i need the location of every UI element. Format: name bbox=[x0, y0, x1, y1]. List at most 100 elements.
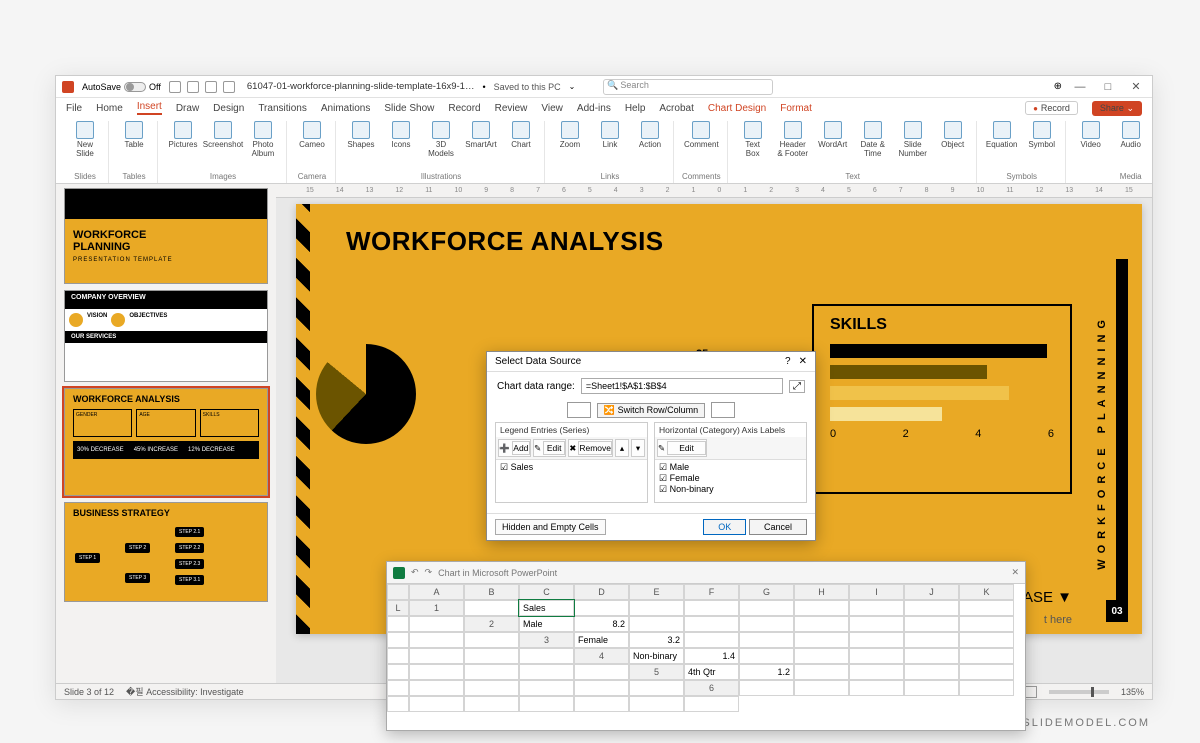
cell[interactable] bbox=[849, 648, 904, 664]
excel-grid[interactable]: ABCDEFGHIJKL1Sales2Male8.23Female3.24Non… bbox=[387, 584, 1025, 712]
ribbon-chart[interactable]: Chart bbox=[504, 121, 538, 150]
cell[interactable] bbox=[629, 600, 684, 616]
undo-icon[interactable]: ↶ bbox=[411, 567, 419, 578]
cell[interactable] bbox=[904, 616, 959, 632]
cell[interactable] bbox=[684, 632, 739, 648]
tab-review[interactable]: Review bbox=[495, 103, 528, 114]
cell[interactable] bbox=[739, 680, 794, 696]
tab-acrobat[interactable]: Acrobat bbox=[659, 103, 693, 114]
cell[interactable] bbox=[849, 600, 904, 616]
tab-file[interactable]: File bbox=[66, 103, 82, 114]
ribbon-audio[interactable]: Audio bbox=[1114, 121, 1148, 150]
quick-access[interactable] bbox=[169, 81, 235, 93]
cell[interactable] bbox=[629, 616, 684, 632]
cell[interactable] bbox=[409, 680, 464, 696]
cell[interactable] bbox=[574, 680, 629, 696]
ribbon-symbol[interactable]: Symbol bbox=[1025, 121, 1059, 150]
document-title[interactable]: 61047-01-workforce-planning-slide-templa… bbox=[247, 81, 475, 92]
minimize-button[interactable]: — bbox=[1070, 81, 1090, 93]
slide-thumbnails[interactable]: 1 WORKFORCEPLANNING PRESENTATION TEMPLAT… bbox=[56, 184, 276, 683]
cell[interactable] bbox=[739, 632, 794, 648]
tab-record[interactable]: Record bbox=[448, 103, 480, 114]
cell[interactable]: 1.4 bbox=[684, 648, 739, 664]
cell[interactable] bbox=[629, 680, 684, 696]
cell[interactable] bbox=[519, 680, 574, 696]
ribbon-pictures[interactable]: Pictures bbox=[166, 121, 200, 150]
cell[interactable] bbox=[519, 664, 574, 680]
tab-design[interactable]: Design bbox=[213, 103, 244, 114]
help-icon[interactable]: ? bbox=[785, 356, 791, 367]
cell[interactable] bbox=[739, 616, 794, 632]
cell[interactable] bbox=[794, 600, 849, 616]
legend-edit-button[interactable]: ✎Edit bbox=[533, 439, 566, 457]
maximize-button[interactable]: □ bbox=[1098, 81, 1118, 93]
cell[interactable] bbox=[409, 648, 464, 664]
cell[interactable] bbox=[387, 616, 409, 632]
ribbon-object[interactable]: Object bbox=[936, 121, 970, 150]
cell[interactable]: 3.2 bbox=[629, 632, 684, 648]
tab-draw[interactable]: Draw bbox=[176, 103, 199, 114]
cell[interactable] bbox=[574, 664, 629, 680]
ribbon-photo-album[interactable]: PhotoAlbum bbox=[246, 121, 280, 159]
range-picker-icon[interactable]: ⤢ bbox=[789, 380, 805, 393]
ribbon-screenshot[interactable]: Screenshot bbox=[206, 121, 240, 150]
legend-item[interactable]: Sales bbox=[500, 462, 643, 473]
ribbon-text-box[interactable]: TextBox bbox=[736, 121, 770, 159]
excel-close-icon[interactable]: ✕ bbox=[1011, 567, 1019, 578]
tab-help[interactable]: Help bbox=[625, 103, 646, 114]
cell[interactable] bbox=[849, 616, 904, 632]
cell[interactable] bbox=[684, 616, 739, 632]
ribbon-equation[interactable]: Equation bbox=[985, 121, 1019, 150]
ribbon-smartart[interactable]: SmartArt bbox=[464, 121, 498, 150]
cell[interactable] bbox=[849, 664, 904, 680]
legend-add-button[interactable]: ➕Add bbox=[498, 439, 531, 457]
cell[interactable] bbox=[409, 664, 464, 680]
ribbon-comment[interactable]: Comment bbox=[684, 121, 718, 150]
tab-addins[interactable]: Add-ins bbox=[577, 103, 611, 114]
ribbon-action[interactable]: Action bbox=[633, 121, 667, 150]
ribbon-new-slide[interactable]: NewSlide bbox=[68, 121, 102, 159]
cell[interactable] bbox=[387, 664, 409, 680]
autosave-toggle[interactable]: AutoSave Off bbox=[82, 82, 161, 92]
cell[interactable] bbox=[959, 616, 1014, 632]
thumbnail-1[interactable]: 1 WORKFORCEPLANNING PRESENTATION TEMPLAT… bbox=[64, 188, 268, 284]
cell[interactable] bbox=[464, 600, 519, 616]
cell[interactable] bbox=[464, 696, 519, 712]
save-status[interactable]: Saved to this PC bbox=[494, 82, 561, 92]
thumbnail-2[interactable]: 2 COMPANY OVERVIEW VISIONOBJECTIVES OUR … bbox=[64, 290, 268, 382]
cell[interactable] bbox=[959, 632, 1014, 648]
axis-item[interactable]: Female bbox=[659, 473, 802, 484]
cell[interactable] bbox=[409, 632, 464, 648]
gender-pie-chart[interactable] bbox=[316, 344, 416, 444]
range-input[interactable] bbox=[581, 378, 783, 394]
ribbon-slide-number[interactable]: SlideNumber bbox=[896, 121, 930, 159]
cell[interactable] bbox=[409, 696, 464, 712]
legend-up-button[interactable]: ▴ bbox=[615, 439, 629, 457]
dialog-titlebar[interactable]: Select Data Source ?✕ bbox=[487, 352, 815, 372]
slide-count[interactable]: Slide 3 of 12 bbox=[64, 687, 114, 697]
cell[interactable] bbox=[959, 600, 1014, 616]
toggle-icon[interactable] bbox=[124, 82, 146, 92]
cell[interactable] bbox=[739, 600, 794, 616]
axis-edit-button[interactable]: ✎Edit bbox=[657, 439, 707, 457]
cell[interactable] bbox=[904, 680, 959, 696]
ribbon-zoom[interactable]: Zoom bbox=[553, 121, 587, 150]
cell[interactable]: Sales bbox=[519, 600, 574, 616]
cell[interactable] bbox=[904, 664, 959, 680]
cancel-button[interactable]: Cancel bbox=[749, 519, 807, 535]
cell[interactable]: 4th Qtr bbox=[684, 664, 739, 680]
accessibility-status[interactable]: �필 Accessibility: Investigate bbox=[126, 685, 244, 698]
cell[interactable] bbox=[959, 648, 1014, 664]
ribbon-cameo[interactable]: Cameo bbox=[295, 121, 329, 150]
tab-format[interactable]: Format bbox=[780, 103, 812, 114]
tab-transitions[interactable]: Transitions bbox=[258, 103, 307, 114]
account-icon[interactable]: ⊕ bbox=[1054, 81, 1062, 92]
thumbnail-3[interactable]: 3 WORKFORCE ANALYSIS GENDERAGESKILLS 30%… bbox=[64, 388, 268, 496]
cell[interactable] bbox=[904, 600, 959, 616]
cell[interactable] bbox=[387, 696, 409, 712]
skills-chart[interactable]: SKILLS 0246 bbox=[812, 304, 1072, 494]
cell[interactable] bbox=[904, 632, 959, 648]
cell[interactable] bbox=[519, 648, 574, 664]
ribbon-icons[interactable]: Icons bbox=[384, 121, 418, 150]
tab-home[interactable]: Home bbox=[96, 103, 123, 114]
